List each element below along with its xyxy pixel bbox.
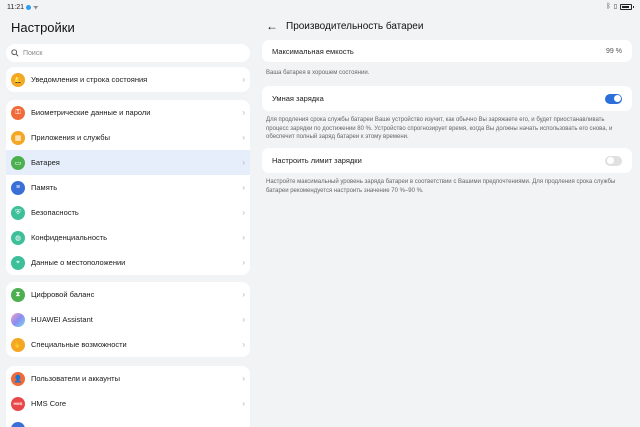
accessibility-icon: ✋ [11,337,25,352]
hms-icon: HMS [11,396,25,411]
smart-charge-toggle[interactable] [605,93,622,104]
sidebar-item-partial[interactable] [6,416,250,427]
battery-performance-pane: ← Производительность батареи Максимальна… [256,14,640,427]
smart-charge-label: Умная зарядка [272,94,324,103]
sidebar-item-accessibility[interactable]: ✋ Специальные возможности › [6,332,250,357]
search-box[interactable] [6,44,250,62]
chevron-right-icon: › [242,374,245,383]
chevron-right-icon: › [242,108,245,117]
settings-group-device: ⚿ Биометрические данные и пароли › ▦ При… [6,100,250,275]
sidebar-item-hms-core[interactable]: HMS HMS Core › [6,391,250,416]
sidebar-item-biometrics[interactable]: ⚿ Биометрические данные и пароли › [6,100,250,125]
max-capacity-value: 99 % [606,47,622,55]
status-time-block: 11:21 ᯤ [7,3,39,12]
settings-title: Настройки [11,20,75,35]
partial-icon [11,421,25,427]
bell-icon: 🔔 [11,72,25,87]
capacity-description: Ваша батарея в хорошем состоянии. [266,70,370,76]
sidebar-item-security[interactable]: ⛨ Безопасность › [6,200,250,225]
chevron-right-icon: › [242,75,245,84]
sidebar-item-notifications[interactable]: 🔔 Уведомления и строка состояния › [6,67,250,92]
storage-icon: ≡ [11,180,25,195]
sidebar-item-apps[interactable]: ▦ Приложения и службы › [6,125,250,150]
sidebar-item-digital-balance[interactable]: ⧗ Цифровой баланс › [6,282,250,307]
sidebar-item-label: Цифровой баланс [31,290,95,299]
sidebar-item-label: Уведомления и строка состояния [31,75,148,84]
search-icon [11,44,19,62]
sidebar-item-label: Биометрические данные и пароли [31,108,151,117]
charge-limit-card[interactable]: Настроить лимит зарядки [262,148,632,173]
settings-sidebar: Настройки 🔔 Уведомления и строка состоян… [0,14,256,427]
charge-limit-description: Настройте максимальный уровень заряда ба… [266,179,616,194]
chevron-right-icon: › [242,208,245,217]
sidebar-item-label: Батарея [31,158,60,167]
app-notification-icon [26,4,31,10]
assistant-icon [11,312,25,327]
charge-limit-label: Настроить лимит зарядки [272,156,362,165]
sidebar-item-storage[interactable]: ≡ Память › [6,175,250,200]
chevron-right-icon: › [242,315,245,324]
sidebar-item-label: Конфиденциальность [31,233,108,242]
sidebar-item-label: Память [31,183,58,192]
sidebar-item-label: Безопасность [31,208,79,217]
chevron-right-icon: › [242,133,245,142]
charge-limit-toggle[interactable] [605,155,622,166]
sidebar-item-label: Пользователи и аккаунты [31,374,121,383]
sidebar-item-battery[interactable]: ▭ Батарея › [6,150,250,175]
sidebar-item-label: Данные о местоположении [31,258,126,267]
sidebar-item-privacy[interactable]: ◍ Конфиденциальность › [6,225,250,250]
shield-icon: ⛨ [11,205,25,220]
settings-group-wellbeing: ⧗ Цифровой баланс › HUAWEI Assistant › ✋… [6,282,250,357]
chevron-right-icon: › [242,158,245,167]
bluetooth-icon: ᛒ [606,3,611,10]
max-capacity-label: Максимальная емкость [272,46,354,56]
chevron-right-icon: › [242,340,245,349]
key-icon: ⚿ [11,105,25,120]
status-time: 11:21 [7,3,24,11]
chevron-right-icon: › [242,258,245,267]
sidebar-item-huawei-assistant[interactable]: HUAWEI Assistant › [6,307,250,332]
chevron-right-icon: › [242,399,245,408]
sidebar-item-label: Приложения и службы [31,133,110,142]
page-title: Производительность батареи [286,20,424,32]
page-header: ← Производительность батареи [266,19,423,33]
location-icon: ⌖ [11,255,25,270]
sidebar-item-users[interactable]: 👤 Пользователи и аккаунты › [6,366,250,391]
hourglass-icon: ⧗ [11,287,25,302]
vibrate-icon: ▯ [613,4,617,10]
apps-icon: ▦ [11,130,25,145]
battery-status-icon [620,3,634,10]
sidebar-item-label: HMS Core [31,399,67,408]
chevron-right-icon: › [242,290,245,299]
settings-group-accounts: 👤 Пользователи и аккаунты › HMS HMS Core… [6,366,250,427]
sidebar-item-label: HUAWEI Assistant [31,315,93,324]
max-capacity-card: Максимальная емкость 99 % [262,40,632,62]
search-input[interactable] [23,49,233,57]
user-icon: 👤 [11,371,25,386]
wifi-icon: ᯤ [33,5,39,11]
settings-group-notifications: 🔔 Уведомления и строка состояния › [6,67,250,92]
back-arrow-icon[interactable]: ← [266,19,278,33]
status-bar: 11:21 ᯤ ᛒ ▯ [0,0,640,14]
sidebar-item-location[interactable]: ⌖ Данные о местоположении › [6,250,250,275]
privacy-icon: ◍ [11,230,25,245]
chevron-right-icon: › [242,183,245,192]
status-right: ᛒ ▯ [606,3,634,10]
chevron-right-icon: › [242,233,245,242]
sidebar-item-label: Специальные возможности [31,340,127,349]
smart-charge-description: Для продления срока службы батареи Ваше … [266,117,613,141]
battery-icon: ▭ [11,155,25,170]
smart-charge-card[interactable]: Умная зарядка [262,86,632,111]
